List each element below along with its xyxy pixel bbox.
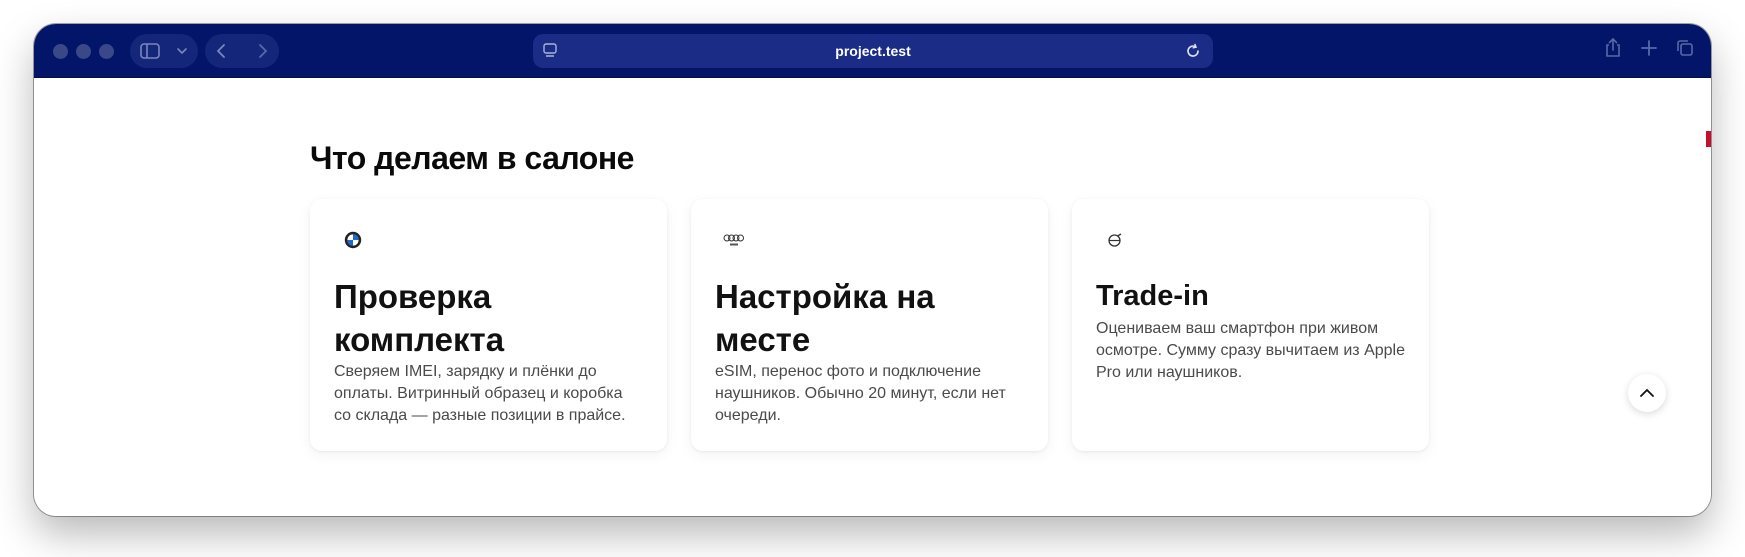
service-card: Настройка на месте eSIM, перенос фото и …	[691, 199, 1048, 451]
sidebar-icon[interactable]	[140, 43, 160, 59]
url-text: project.test	[835, 43, 911, 59]
browser-toolbar: project.test	[34, 24, 1711, 78]
new-tab-icon[interactable]	[1639, 38, 1659, 58]
tab-overview-icon[interactable]	[1675, 38, 1695, 58]
page-content: Что делаем в салоне Проверка комплекта С…	[34, 78, 1711, 516]
service-card: Проверка комплекта Сверяем IMEI, зарядку…	[310, 199, 667, 451]
volvo-logo-icon	[1104, 229, 1126, 251]
zoom-window-button[interactable]	[99, 44, 114, 59]
browser-window: project.test Что делаем в салоне Проверк…	[34, 24, 1711, 516]
card-description: Сверяем IMEI, зарядку и плёнки до оплаты…	[334, 363, 626, 424]
service-card: Trade-in Оцениваем ваш смартфон при живо…	[1072, 199, 1429, 451]
close-window-button[interactable]	[53, 44, 68, 59]
card-description: eSIM, перенос фото и подключение наушник…	[715, 363, 1006, 424]
chevron-down-icon[interactable]	[176, 47, 188, 55]
forward-icon[interactable]	[257, 43, 269, 59]
card-title: Настройка на месте	[715, 278, 935, 358]
card-title: Проверка комплекта	[334, 278, 505, 358]
sidebar-toggle-group	[130, 34, 198, 68]
side-accent-tab[interactable]	[1706, 131, 1711, 147]
address-bar[interactable]: project.test	[533, 34, 1213, 68]
share-icon[interactable]	[1603, 38, 1623, 58]
bmw-logo-icon	[342, 229, 364, 251]
toolbar-actions	[1603, 38, 1695, 58]
navigation-group	[205, 34, 279, 68]
minimize-window-button[interactable]	[76, 44, 91, 59]
card-description: Оцениваем ваш смартфон при живом осмотре…	[1096, 320, 1405, 381]
site-settings-icon[interactable]	[542, 42, 558, 58]
back-icon[interactable]	[215, 43, 227, 59]
scroll-to-top-button[interactable]	[1628, 374, 1666, 412]
reload-icon[interactable]	[1185, 43, 1201, 59]
audi-logo-icon	[723, 229, 745, 251]
chevron-up-icon	[1639, 388, 1655, 398]
section-heading: Что делаем в салоне	[310, 140, 634, 176]
service-cards: Проверка комплекта Сверяем IMEI, зарядку…	[310, 199, 1429, 451]
window-controls	[53, 44, 114, 59]
card-title: Trade-in	[1096, 280, 1209, 312]
